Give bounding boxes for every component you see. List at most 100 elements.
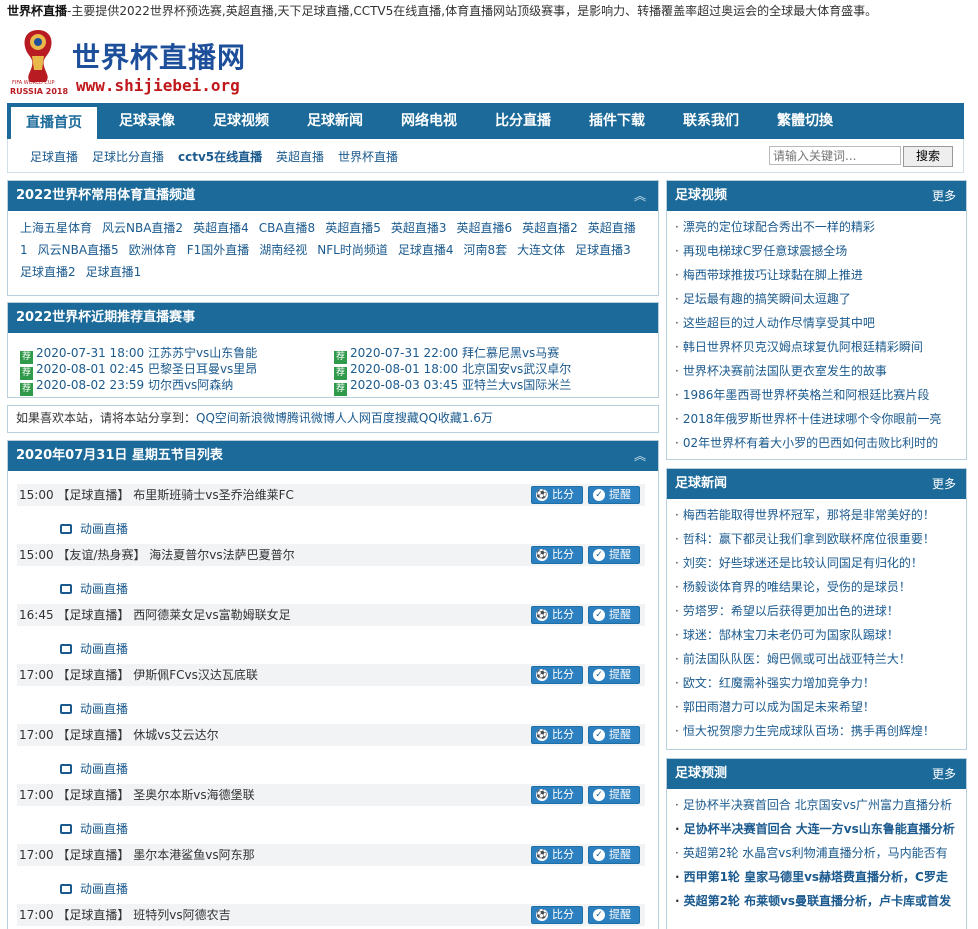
score-button[interactable]: ⚽ 比分 <box>531 486 583 504</box>
nav-home[interactable]: 直播首页 <box>11 107 97 139</box>
animation-live-link[interactable]: 动画直播 <box>60 820 128 837</box>
score-button[interactable]: ⚽ 比分 <box>531 846 583 864</box>
remind-button[interactable]: ✓ 提醒 <box>588 546 640 564</box>
subnav-football-score[interactable]: 足球比分直播 <box>92 148 164 165</box>
channel-link[interactable]: NFL时尚频道 <box>317 243 388 257</box>
search-button[interactable]: 搜索 <box>903 146 953 167</box>
video-link[interactable]: 这些超巨的过人动作尽情享受其中吧 <box>675 311 958 335</box>
score-button[interactable]: ⚽ 比分 <box>531 606 583 624</box>
channel-link[interactable]: 风云NBA直播2 <box>102 221 183 235</box>
site-logo[interactable]: FIFA WORLD CUP RUSSIA 2018 世界杯直播网 www.sh… <box>8 26 268 100</box>
news-link[interactable]: 梅西若能取得世界杯冠军，那将是非常美好的！ <box>675 503 958 527</box>
predict-link[interactable]: 西甲第1轮 皇家马德里vs赫塔费直播分析，C罗走 <box>675 865 958 889</box>
share-links[interactable]: QQ空间新浪微博腾讯微博人人网百度搜藏QQ收藏1.6万 <box>196 411 493 425</box>
news-link[interactable]: 恒大祝贺廖力生完成球队百场：携手再创辉煌！ <box>675 719 958 743</box>
channel-link[interactable]: 足球直播3 <box>575 243 631 257</box>
panel-header: 足球新闻 更多 <box>667 469 966 499</box>
video-link[interactable]: 2018年俄罗斯世界杯十佳进球哪个令你眼前一亮 <box>675 407 958 431</box>
video-link[interactable]: 韩日世界杯贝克汉姆点球复仇阿根廷精彩瞬间 <box>675 335 958 359</box>
collapse-icon[interactable]: ︽ <box>634 181 646 211</box>
predict-link[interactable]: 足协杯半决赛首回合 北京国安vs广州富力直播分析 <box>675 793 958 817</box>
news-list: 梅西若能取得世界杯冠军，那将是非常美好的！哲科：赢下都灵让我们拿到欧联杯席位很重… <box>667 499 966 743</box>
schedule-row: 15:00 【友谊/热身赛】 海法夏普尔vs法萨巴夏普尔 ⚽ 比分 ✓ 提醒 <box>17 544 645 566</box>
channel-link[interactable]: 河南8套 <box>464 243 508 257</box>
remind-button[interactable]: ✓ 提醒 <box>588 786 640 804</box>
channel-link[interactable]: 欧洲体育 <box>129 243 177 257</box>
subnav-football-live[interactable]: 足球直播 <box>30 148 78 165</box>
predict-list: 足协杯半决赛首回合 北京国安vs广州富力直播分析足协杯半决赛首回合 大连一方vs… <box>667 789 966 913</box>
channel-link[interactable]: 湖南经视 <box>259 243 307 257</box>
channel-link[interactable]: CBA直播8 <box>259 221 315 235</box>
football-icon: ⚽ <box>536 549 548 561</box>
video-link[interactable]: 世界杯决赛前法国队更衣室发生的故事 <box>675 359 958 383</box>
score-button[interactable]: ⚽ 比分 <box>531 726 583 744</box>
more-link[interactable]: 更多 <box>932 469 956 499</box>
channel-link[interactable]: 英超直播5 <box>325 221 381 235</box>
more-link[interactable]: 更多 <box>932 759 956 789</box>
nav-football-news[interactable]: 足球新闻 <box>295 103 375 139</box>
animation-live-link[interactable]: 动画直播 <box>60 580 128 597</box>
animation-live-link[interactable]: 动画直播 <box>60 880 128 897</box>
news-link[interactable]: 哲科：赢下都灵让我们拿到欧联杯席位很重要！ <box>675 527 958 551</box>
news-link[interactable]: 劳塔罗：希望以后获得更加出色的进球！ <box>675 599 958 623</box>
subnav-premier-league[interactable]: 英超直播 <box>276 148 324 165</box>
news-link[interactable]: 前法国队队医：姆巴佩或可出战亚特兰大！ <box>675 647 958 671</box>
animation-live-link[interactable]: 动画直播 <box>60 760 128 777</box>
nav-web-tv[interactable]: 网络电视 <box>389 103 469 139</box>
remind-button[interactable]: ✓ 提醒 <box>588 846 640 864</box>
predict-link[interactable]: 英超第2轮 水晶宫vs利物浦直播分析，马内能否有 <box>675 841 958 865</box>
more-link[interactable]: 更多 <box>932 181 956 211</box>
channel-link[interactable]: 足球直播4 <box>398 243 454 257</box>
remind-button[interactable]: ✓ 提醒 <box>588 726 640 744</box>
recommend-match[interactable]: 荐 2020-08-03 03:45 亚特兰大vs国际米兰 <box>334 376 571 396</box>
site-description: -主要提供2022世界杯预选赛,英超直播,天下足球直播,CCTV5在线直播,体育… <box>67 4 878 18</box>
channel-link[interactable]: 大连文体 <box>517 243 565 257</box>
animation-live-link[interactable]: 动画直播 <box>60 520 128 537</box>
nav-football-replay[interactable]: 足球录像 <box>107 103 187 139</box>
channel-link[interactable]: 足球直播1 <box>86 265 142 279</box>
score-button[interactable]: ⚽ 比分 <box>531 906 583 924</box>
predict-link[interactable]: 足协杯半决赛首回合 大连一方vs山东鲁能直播分析 <box>675 817 958 841</box>
video-link[interactable]: 再现电梯球C罗任意球震撼全场 <box>675 239 958 263</box>
news-link[interactable]: 球迷：郜林宝刀未老仍可为国家队踢球！ <box>675 623 958 647</box>
remind-button[interactable]: ✓ 提醒 <box>588 906 640 924</box>
animation-live-link[interactable]: 动画直播 <box>60 640 128 657</box>
video-link[interactable]: 梅西带球推拔巧让球黏在脚上推进 <box>675 263 958 287</box>
animation-live-link[interactable]: 动画直播 <box>60 700 128 717</box>
channel-link[interactable]: 足球直播2 <box>20 265 76 279</box>
news-link[interactable]: 欧文：红魔需补强实力增加竞争力！ <box>675 671 958 695</box>
remind-button[interactable]: ✓ 提醒 <box>588 606 640 624</box>
nav-traditional-chinese[interactable]: 繁體切換 <box>765 103 845 139</box>
video-link[interactable]: 漂亮的定位球配合秀出不一样的精彩 <box>675 215 958 239</box>
channel-link[interactable]: 英超直播6 <box>456 221 512 235</box>
video-link[interactable]: 1986年墨西哥世界杯英格兰和阿根廷比赛片段 <box>675 383 958 407</box>
score-button[interactable]: ⚽ 比分 <box>531 786 583 804</box>
subnav-cctv5[interactable]: cctv5在线直播 <box>178 148 262 165</box>
video-link[interactable]: 02年世界杯有着大小罗的巴西如何击败比利时的 <box>675 431 958 455</box>
nav-plugin-download[interactable]: 插件下载 <box>577 103 657 139</box>
channel-link[interactable]: F1国外直播 <box>187 243 250 257</box>
search-input[interactable] <box>769 146 901 165</box>
remind-button[interactable]: ✓ 提醒 <box>588 666 640 684</box>
panel-title: 足球新闻 <box>675 476 728 491</box>
nav-contact-us[interactable]: 联系我们 <box>671 103 751 139</box>
remind-button[interactable]: ✓ 提醒 <box>588 486 640 504</box>
channel-link[interactable]: 英超直播4 <box>193 221 249 235</box>
subnav-world-cup[interactable]: 世界杯直播 <box>338 148 398 165</box>
nav-football-video[interactable]: 足球视频 <box>201 103 281 139</box>
score-button[interactable]: ⚽ 比分 <box>531 546 583 564</box>
news-link[interactable]: 刘奕：好些球迷还是比较认同国足有归化的！ <box>675 551 958 575</box>
nav-live-score[interactable]: 比分直播 <box>483 103 563 139</box>
predict-link[interactable]: 英超第2轮 布莱顿vs曼联直播分析，卢卡库或首发 <box>675 889 958 913</box>
channel-link[interactable]: 英超直播3 <box>391 221 447 235</box>
news-link[interactable]: 郭田雨潜力可以成为国足未来希望！ <box>675 695 958 719</box>
channel-link[interactable]: 英超直播2 <box>522 221 578 235</box>
video-link[interactable]: 足坛最有趣的搞笑瞬间太逗趣了 <box>675 287 958 311</box>
score-button[interactable]: ⚽ 比分 <box>531 666 583 684</box>
recommend-match[interactable]: 荐 2020-08-02 23:59 切尔西vs阿森纳 <box>20 376 233 396</box>
collapse-icon[interactable]: ︽ <box>634 441 646 471</box>
tv-icon <box>60 704 72 714</box>
channel-link[interactable]: 风云NBA直播5 <box>38 243 119 257</box>
channel-link[interactable]: 上海五星体育 <box>20 221 92 235</box>
news-link[interactable]: 杨毅谈体育界的唯结果论，受伤的是球员！ <box>675 575 958 599</box>
